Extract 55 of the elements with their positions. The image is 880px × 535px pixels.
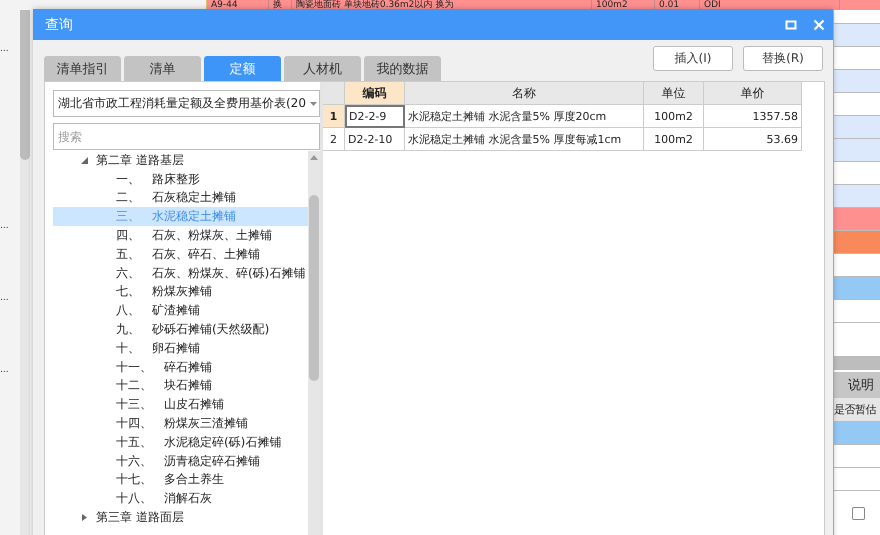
tree-item[interactable]: 第二章 道路基层 bbox=[53, 151, 308, 170]
table-cell: 是否暂估 bbox=[834, 398, 880, 422]
close-icon[interactable] bbox=[813, 18, 825, 30]
row-number: 2 bbox=[323, 128, 345, 151]
caret-icon bbox=[310, 102, 317, 106]
ellipsis-text: ... bbox=[0, 365, 10, 375]
row-number: 1 bbox=[323, 105, 345, 128]
replace-button[interactable]: 替换(R) bbox=[743, 46, 823, 71]
table-cell: D2-2-10 bbox=[345, 128, 405, 151]
tree-item[interactable]: 七、 粉煤灰摊铺 bbox=[53, 282, 308, 302]
tree-item[interactable]: 十三、 山皮石摊铺 bbox=[53, 395, 308, 414]
insert-button[interactable]: 插入(I) bbox=[653, 46, 733, 71]
table-cell: 100m2 bbox=[644, 128, 704, 151]
collapsed-triangle-icon[interactable] bbox=[81, 514, 88, 522]
tree-item[interactable]: 十七、 多合土养生 bbox=[53, 470, 308, 490]
tab[interactable]: 我的数据 bbox=[364, 56, 441, 81]
tree-item[interactable]: 八、 矿渣摊铺 bbox=[53, 301, 308, 320]
tree-item[interactable]: 四、 石灰、粉煤灰、土摊铺 bbox=[53, 226, 308, 245]
window-title: 查询 bbox=[45, 16, 74, 34]
column-header: 单价 bbox=[704, 82, 802, 105]
search-field[interactable]: 搜索 bbox=[53, 123, 320, 150]
table-cell: 53.69 bbox=[704, 128, 802, 151]
up-arrow-icon[interactable] bbox=[310, 155, 318, 160]
ellipsis-text: ... bbox=[0, 293, 10, 303]
expanded-triangle-icon[interactable] bbox=[81, 156, 88, 164]
table-cell: 水泥稳定土摊铺 水泥含量5% 厚度每减1cm bbox=[405, 128, 644, 151]
tree-item[interactable]: 六、 石灰、粉煤灰、碎(砾)石摊铺 bbox=[53, 264, 308, 283]
table-cell: 1357.58 bbox=[704, 105, 802, 128]
library-dropdown[interactable]: 湖北省市政工程消耗量定额及全费用基价表(20 bbox=[53, 90, 320, 117]
table-cell: 水泥稳定土摊铺 水泥含量5% 厚度20cm bbox=[405, 105, 644, 128]
tree-item[interactable]: 十四、 粉煤灰三渣摊铺 bbox=[53, 414, 308, 433]
ellipsis-text: ... bbox=[0, 44, 10, 54]
tree-item[interactable]: 五、 石灰、碎石、土摊铺 bbox=[53, 244, 308, 264]
tree-item[interactable]: 一、 路床整形 bbox=[53, 170, 308, 189]
tab[interactable]: 人材机 bbox=[284, 56, 361, 81]
tree-item[interactable]: 第三章 道路面层 bbox=[53, 508, 308, 527]
tree-item[interactable]: 十一、 碎石摊铺 bbox=[53, 358, 308, 377]
column-header: 单位 bbox=[644, 82, 704, 105]
column-header: 编码 bbox=[345, 82, 405, 105]
checkbox[interactable] bbox=[852, 506, 865, 520]
ellipsis-text: ... bbox=[0, 221, 10, 231]
column-header: 名称 bbox=[405, 82, 644, 105]
tree-item[interactable]: 九、 砂砾石摊铺(天然级配) bbox=[53, 320, 308, 339]
table-cell: 100m2 bbox=[644, 105, 704, 128]
tab[interactable]: 清单指引 bbox=[44, 56, 121, 81]
tree-item[interactable]: 十六、 沥青稳定碎石摊铺 bbox=[53, 452, 308, 471]
maximize-icon[interactable] bbox=[785, 18, 797, 30]
tree-item[interactable]: 十五、 水泥稳定碎(砾)石摊铺 bbox=[53, 432, 308, 452]
tree-item[interactable]: 二、 石灰稳定土摊铺 bbox=[53, 188, 308, 208]
tab[interactable]: 清单 bbox=[124, 56, 201, 81]
tree-item[interactable]: 十、 卵石摊铺 bbox=[53, 338, 308, 358]
tree-item[interactable]: 十八、 消解石灰 bbox=[53, 489, 308, 508]
tree-item[interactable]: 十二、 块石摊铺 bbox=[53, 376, 308, 396]
table-cell: D2-2-9 bbox=[345, 105, 405, 128]
column-header: 说明 bbox=[834, 372, 880, 398]
